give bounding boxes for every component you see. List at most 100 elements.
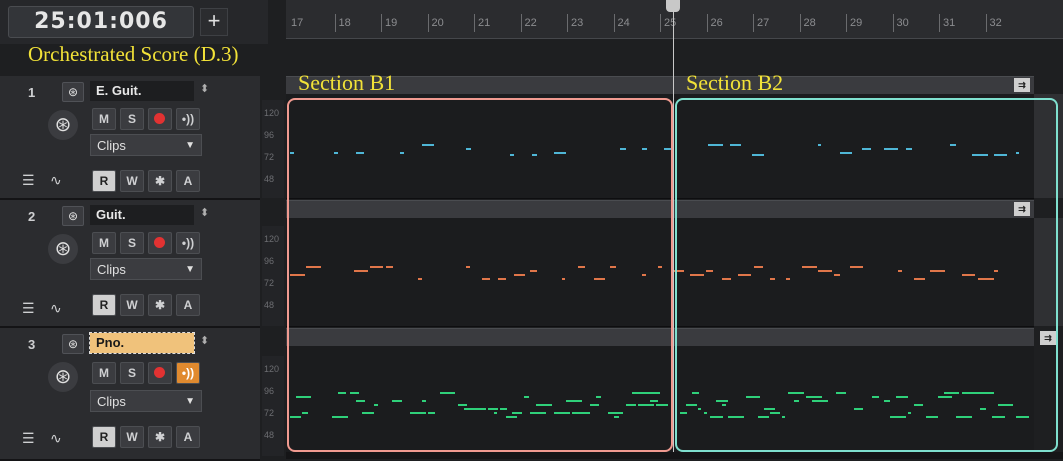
midi-note <box>944 392 959 394</box>
midi-note <box>626 404 636 406</box>
freeze-button[interactable]: ✱ <box>148 170 172 192</box>
midi-note <box>708 144 723 146</box>
midi-note <box>998 404 1010 406</box>
midi-note <box>562 278 565 280</box>
midi-note <box>898 270 902 272</box>
write-automation-button[interactable]: W <box>120 170 144 192</box>
midi-note <box>980 408 986 410</box>
read-automation-button[interactable]: R <box>92 426 116 448</box>
clip-lane-3[interactable] <box>286 346 1034 453</box>
clips-dropdown[interactable]: Clips ▼ <box>90 390 202 412</box>
clips-dropdown[interactable]: Clips ▼ <box>90 258 202 280</box>
mute-button[interactable]: M <box>92 362 116 384</box>
midi-note <box>290 152 294 154</box>
clip-header-2[interactable] <box>286 200 1034 219</box>
input-echo-button[interactable]: •)) <box>176 108 200 130</box>
midi-note <box>650 400 658 402</box>
clip-header-1[interactable] <box>286 76 1034 95</box>
freeze-button[interactable]: ✱ <box>148 294 172 316</box>
midi-note <box>530 270 537 272</box>
horizontal-scrollbar[interactable] <box>286 452 1063 459</box>
scale-label: 48 <box>264 174 275 184</box>
envelope-icon[interactable]: ∿ <box>50 172 62 189</box>
playhead-handle[interactable] <box>666 0 680 12</box>
track-name-field[interactable]: Guit. <box>90 205 194 225</box>
midi-note <box>884 400 890 402</box>
midi-note <box>578 266 585 268</box>
expand-icon[interactable]: ⬍ <box>200 334 209 347</box>
midi-note <box>354 270 368 272</box>
midi-note <box>994 270 998 272</box>
automation-lanes-icon[interactable]: ☰ <box>22 430 35 447</box>
record-arm-button[interactable] <box>148 108 172 130</box>
clip-lane-1[interactable] <box>286 94 1034 199</box>
add-track-button[interactable]: + <box>200 8 228 36</box>
ruler-bar-21: 21 <box>474 14 490 32</box>
midi-note <box>752 154 764 156</box>
track-number: 1 <box>28 85 36 100</box>
midi-note <box>906 148 912 150</box>
ruler-bar-19: 19 <box>381 14 397 32</box>
midi-note <box>758 416 769 418</box>
midi-track-icon[interactable]: ⊛ <box>62 82 84 102</box>
midi-note <box>914 278 925 280</box>
midi-note <box>302 412 308 414</box>
track-header-2[interactable]: 2 ⊛ Guit. ⬍ ⊛ M S •)) Clips ▼ ☰ ∿ R W ✱ A <box>0 200 260 328</box>
read-automation-button[interactable]: R <box>92 294 116 316</box>
clip-header-3[interactable] <box>286 328 1034 347</box>
track-name-field[interactable]: E. Guit. <box>90 81 194 101</box>
midi-note <box>610 266 616 268</box>
solo-button[interactable]: S <box>120 232 144 254</box>
midi-note <box>334 152 338 154</box>
ruler-bar-30: 30 <box>892 14 909 32</box>
midi-note <box>992 416 1005 418</box>
ruler-bar-20: 20 <box>427 14 444 32</box>
track-header-3[interactable]: 3 ⊛ Pno. ⬍ ⊛ M S •)) Clips ▼ ☰ ∿ R W ✱ A <box>0 328 260 461</box>
archive-button[interactable]: A <box>176 294 200 316</box>
input-echo-button[interactable]: •)) <box>176 232 200 254</box>
section-b1-label: Section B1 <box>298 70 396 95</box>
read-automation-button[interactable]: R <box>92 170 116 192</box>
collapse-lanes-icon[interactable]: ⇉ <box>1040 331 1056 345</box>
write-automation-button[interactable]: W <box>120 426 144 448</box>
midi-note <box>674 270 684 272</box>
automation-lanes-icon[interactable]: ☰ <box>22 172 35 189</box>
clips-label: Clips <box>97 394 126 409</box>
midi-note <box>664 148 671 150</box>
clips-label: Clips <box>97 138 126 153</box>
expand-icon[interactable]: ⬍ <box>200 82 209 95</box>
midi-track-icon[interactable]: ⊛ <box>62 206 84 226</box>
clips-dropdown[interactable]: Clips ▼ <box>90 134 202 156</box>
freeze-button[interactable]: ✱ <box>148 426 172 448</box>
expand-icon[interactable]: ⬍ <box>200 206 209 219</box>
midi-note <box>524 396 529 398</box>
midi-note <box>656 404 668 406</box>
archive-button[interactable]: A <box>176 426 200 448</box>
archive-button[interactable]: A <box>176 170 200 192</box>
time-display[interactable]: 25:01:006 <box>8 6 194 38</box>
clip-lane-2[interactable] <box>286 218 1034 327</box>
midi-track-icon[interactable]: ⊛ <box>62 334 84 354</box>
midi-note <box>584 412 590 414</box>
ruler-bar-28: 28 <box>799 14 816 32</box>
solo-button[interactable]: S <box>120 362 144 384</box>
input-echo-button[interactable]: •)) <box>176 362 200 384</box>
envelope-icon[interactable]: ∿ <box>50 300 62 317</box>
track-number: 3 <box>28 337 36 352</box>
score-title-annotation: Orchestrated Score (D.3) <box>28 42 239 66</box>
automation-lanes-icon[interactable]: ☰ <box>22 300 35 317</box>
collapse-lanes-icon[interactable]: ⇉ <box>1014 78 1030 92</box>
envelope-icon[interactable]: ∿ <box>50 430 62 447</box>
collapse-lanes-icon[interactable]: ⇉ <box>1014 202 1030 216</box>
ruler-bar-26: 26 <box>706 14 723 32</box>
record-arm-button[interactable] <box>148 362 172 384</box>
track-name-field[interactable]: Pno. <box>89 332 195 354</box>
solo-button[interactable]: S <box>120 108 144 130</box>
write-automation-button[interactable]: W <box>120 294 144 316</box>
track-header-1[interactable]: 1 ⊛ E. Guit. ⬍ ⊛ M S •)) Clips ▼ ☰ ∿ R W … <box>0 76 260 200</box>
mute-button[interactable]: M <box>92 232 116 254</box>
dropdown-arrow-icon: ▼ <box>185 140 195 151</box>
midi-note <box>428 412 435 414</box>
mute-button[interactable]: M <box>92 108 116 130</box>
record-arm-button[interactable] <box>148 232 172 254</box>
